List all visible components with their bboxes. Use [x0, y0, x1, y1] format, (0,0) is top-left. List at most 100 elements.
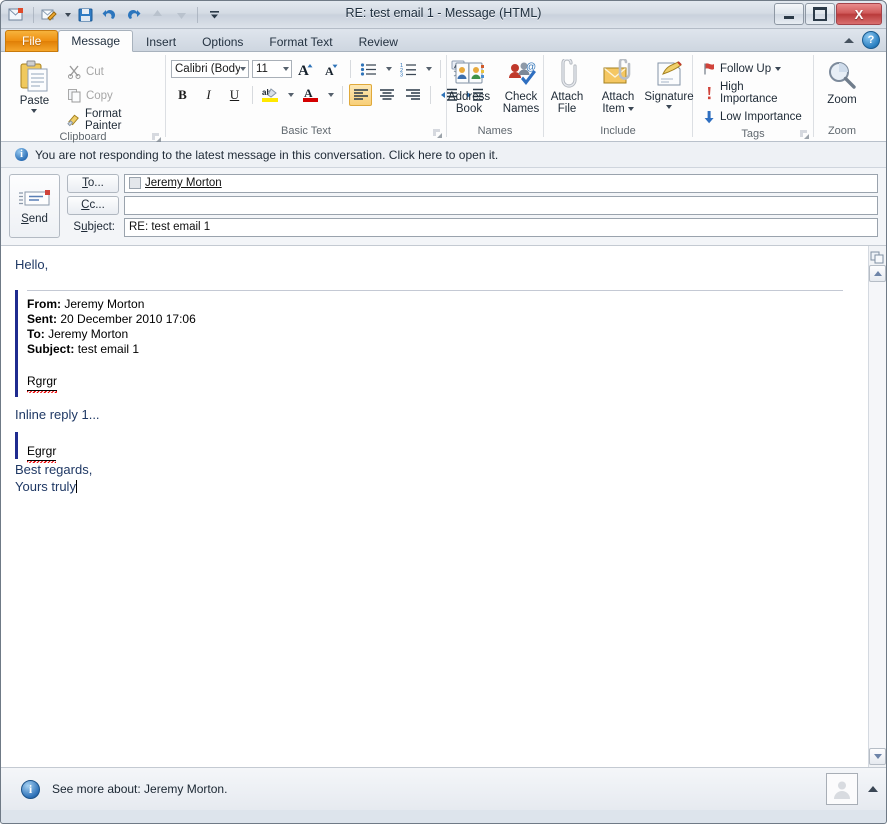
flag-icon — [704, 62, 714, 74]
align-center-button[interactable] — [375, 84, 398, 106]
message-body-area: Hello, From: Jeremy Morton Sent: 20 Dece… — [1, 246, 886, 768]
clipboard-dialog-launcher-icon[interactable] — [151, 132, 162, 143]
text-cursor — [75, 480, 77, 493]
cc-button[interactable]: Cc... — [67, 195, 119, 215]
tab-insert[interactable]: Insert — [133, 31, 189, 52]
check-names-icon: @ — [509, 62, 536, 85]
text-highlight-button[interactable]: ab — [259, 84, 282, 106]
align-center-icon — [379, 89, 394, 100]
to-button[interactable]: To... — [67, 173, 119, 193]
font-color-dropdown-icon[interactable] — [325, 84, 336, 106]
attach-item-dropdown-icon[interactable] — [627, 107, 634, 111]
bullets-dropdown-icon[interactable] — [383, 58, 394, 80]
info-bar-text[interactable]: You are not responding to the latest mes… — [35, 148, 498, 162]
basic-text-dialog-launcher-icon[interactable] — [432, 128, 443, 139]
bullets-button[interactable] — [357, 58, 380, 80]
body-scrollbar[interactable] — [868, 246, 886, 767]
basic-text-group-label: Basic Text — [166, 124, 446, 141]
zoom-button[interactable]: Zoom — [817, 58, 867, 108]
tab-format-text[interactable]: Format Text — [256, 31, 345, 52]
help-icon[interactable]: ? — [862, 31, 880, 49]
shrink-font-button[interactable]: A — [321, 58, 344, 80]
info-icon: i — [15, 148, 28, 161]
quote-divider — [27, 290, 843, 291]
copy-icon — [67, 89, 81, 103]
highlight-dropdown-icon[interactable] — [285, 84, 296, 106]
format-painter-button[interactable]: Format Painter — [63, 108, 160, 132]
send-button[interactable]: Send — [9, 174, 60, 238]
scroll-track[interactable] — [869, 282, 886, 748]
address-book-button[interactable]: Address Book — [444, 57, 494, 117]
address-book-label-1: Address — [447, 91, 491, 103]
font-size-caret-icon[interactable] — [283, 67, 289, 71]
tab-message[interactable]: Message — [58, 30, 134, 52]
signature-button[interactable]: Signature — [644, 57, 694, 111]
subject-value: RE: test email 1 — [129, 221, 211, 233]
scroll-up-button[interactable] — [869, 265, 886, 282]
bold-button[interactable]: B — [171, 84, 194, 106]
high-importance-button[interactable]: High Importance — [698, 81, 808, 105]
bullet-list-icon — [360, 62, 376, 76]
low-importance-button[interactable]: Low Importance — [698, 106, 806, 127]
minimize-button[interactable] — [774, 3, 804, 25]
tab-file[interactable]: File — [5, 30, 59, 52]
quoted-body-1: Rgrgr — [27, 374, 854, 389]
attach-item-button[interactable]: Attach Item — [593, 57, 643, 117]
font-size-value: 11 — [256, 63, 268, 75]
message-body-editor[interactable]: Hello, From: Jeremy Morton Sent: 20 Dece… — [1, 246, 868, 767]
tag-overlay-icon[interactable] — [870, 249, 885, 264]
closing-line-2-text: Yours truly — [15, 479, 76, 494]
paste-button[interactable]: Paste — [6, 56, 63, 115]
grow-font-button[interactable]: A — [295, 58, 318, 80]
tab-options[interactable]: Options — [189, 31, 256, 52]
quoted-to-value: Jeremy Morton — [48, 327, 129, 341]
font-name-caret-icon[interactable] — [240, 67, 246, 71]
to-input[interactable]: Jeremy Morton — [124, 173, 878, 193]
signature-label: Signature — [644, 91, 694, 103]
quoted-to-label: To: — [27, 327, 45, 341]
contact-photo-placeholder[interactable] — [826, 773, 858, 805]
signature-dropdown-icon[interactable] — [666, 105, 672, 109]
font-name-combo[interactable]: Calibri (Body) — [171, 60, 249, 78]
to-recipient[interactable]: Jeremy Morton — [145, 177, 222, 189]
italic-button[interactable]: I — [197, 84, 220, 106]
check-names-label-1: Check — [504, 91, 538, 103]
font-row: Calibri (Body) 11 A A 1 2 3 — [171, 58, 474, 80]
numbering-button[interactable]: 123 — [397, 58, 420, 80]
cut-button[interactable]: Cut — [63, 61, 160, 82]
follow-up-button[interactable]: Follow Up — [698, 58, 785, 79]
font-color-button[interactable]: A — [299, 84, 322, 106]
conversation-info-bar[interactable]: i You are not responding to the latest m… — [1, 142, 886, 168]
align-left-button[interactable] — [349, 84, 372, 106]
close-button[interactable]: X — [836, 3, 882, 25]
numbering-dropdown-icon[interactable] — [423, 58, 434, 80]
paste-dropdown-icon[interactable] — [31, 109, 38, 113]
tab-review[interactable]: Review — [346, 31, 411, 52]
tags-dialog-launcher-icon[interactable] — [799, 129, 810, 140]
scroll-down-button[interactable] — [869, 748, 886, 765]
align-right-button[interactable] — [401, 84, 424, 106]
shrink-font-icon: A — [325, 64, 337, 78]
status-bar-text[interactable]: See more about: Jeremy Morton. — [52, 782, 227, 796]
minimize-ribbon-icon[interactable] — [844, 37, 854, 43]
cc-row: Cc... — [67, 195, 878, 215]
attach-file-button[interactable]: Attach File — [542, 57, 592, 117]
expand-people-pane-button[interactable] — [868, 786, 878, 792]
paintbrush-icon — [67, 114, 79, 127]
underline-button[interactable]: U — [223, 84, 246, 106]
follow-up-dropdown-icon[interactable] — [775, 66, 782, 71]
attach-item-label-2: Item — [602, 103, 634, 115]
maximize-button[interactable] — [805, 3, 835, 25]
paste-icon — [20, 60, 48, 92]
check-names-button[interactable]: @ Check Names — [496, 57, 546, 117]
copy-button[interactable]: Copy — [63, 85, 160, 106]
subject-input[interactable]: RE: test email 1 — [124, 217, 878, 237]
tags-group-label: Tags — [693, 127, 813, 142]
title-bar: RE: test email 1 - Message (HTML) X — [1, 1, 886, 29]
exclamation-icon — [707, 86, 711, 99]
cc-input[interactable] — [124, 195, 878, 215]
quoted-subject-value: test email 1 — [77, 342, 140, 356]
quoted-sent-value: 20 December 2010 17:06 — [60, 312, 196, 326]
attach-item-icon — [603, 59, 631, 84]
font-size-combo[interactable]: 11 — [252, 60, 292, 78]
